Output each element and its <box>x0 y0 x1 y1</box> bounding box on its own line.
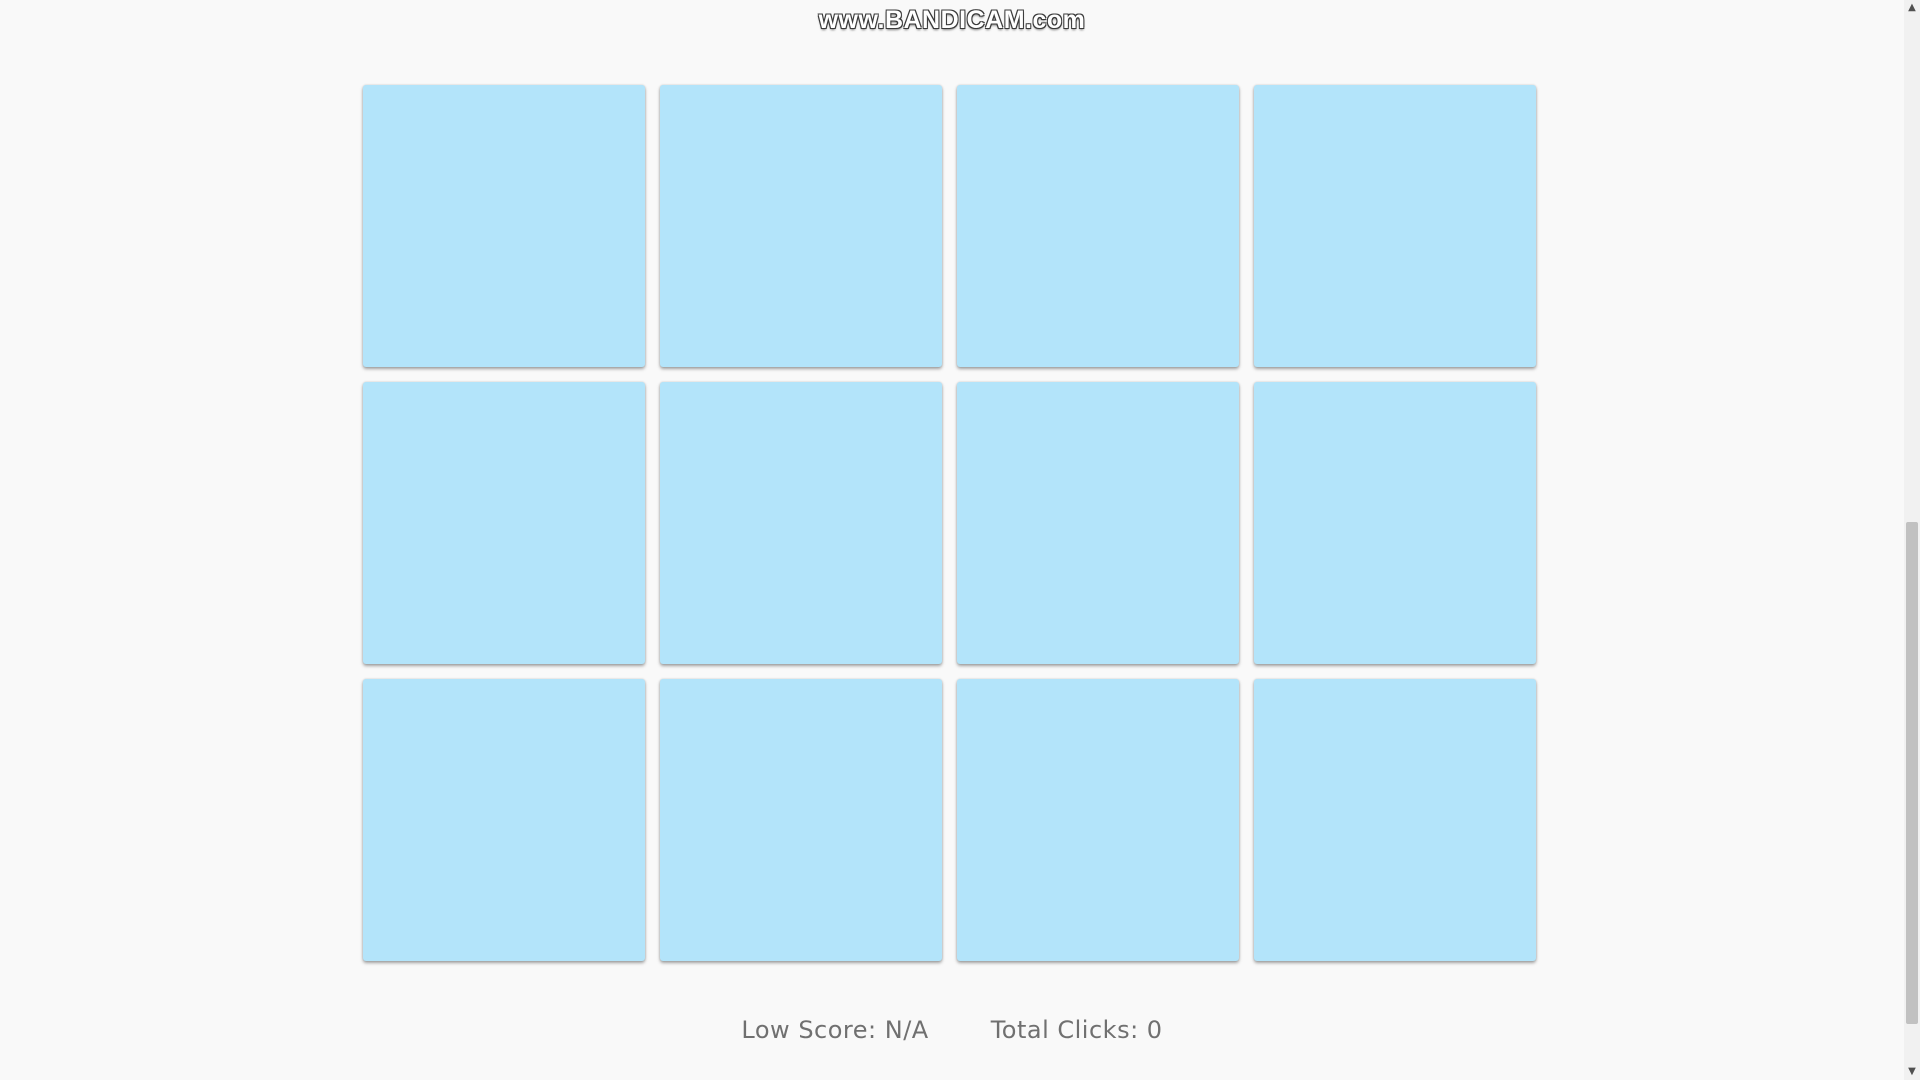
vertical-scrollbar[interactable]: ▲ ▼ <box>1904 0 1920 1080</box>
memory-card[interactable] <box>363 85 645 367</box>
memory-card[interactable] <box>363 382 645 664</box>
total-clicks-text: Total Clicks: 0 <box>990 1016 1163 1044</box>
memory-card[interactable] <box>1254 679 1536 961</box>
memory-card[interactable] <box>1254 382 1536 664</box>
memory-game-page: www.BANDICAM.com Low Score: N/A Total Cl… <box>0 0 1920 1080</box>
memory-card[interactable] <box>957 679 1239 961</box>
bandicam-watermark: www.BANDICAM.com <box>818 6 1086 34</box>
chevron-up-icon[interactable]: ▲ <box>1904 0 1920 16</box>
memory-card[interactable] <box>660 679 942 961</box>
memory-card[interactable] <box>957 85 1239 367</box>
stats-bar: Low Score: N/A Total Clicks: 0 <box>0 1016 1904 1044</box>
low-score-text: Low Score: N/A <box>741 1016 929 1044</box>
memory-card[interactable] <box>957 382 1239 664</box>
memory-card[interactable] <box>660 85 942 367</box>
chevron-down-icon[interactable]: ▼ <box>1904 1064 1920 1080</box>
memory-card[interactable] <box>1254 85 1536 367</box>
memory-card[interactable] <box>660 382 942 664</box>
scrollbar-thumb[interactable] <box>1906 522 1918 1024</box>
card-board <box>363 85 1539 961</box>
memory-card[interactable] <box>363 679 645 961</box>
